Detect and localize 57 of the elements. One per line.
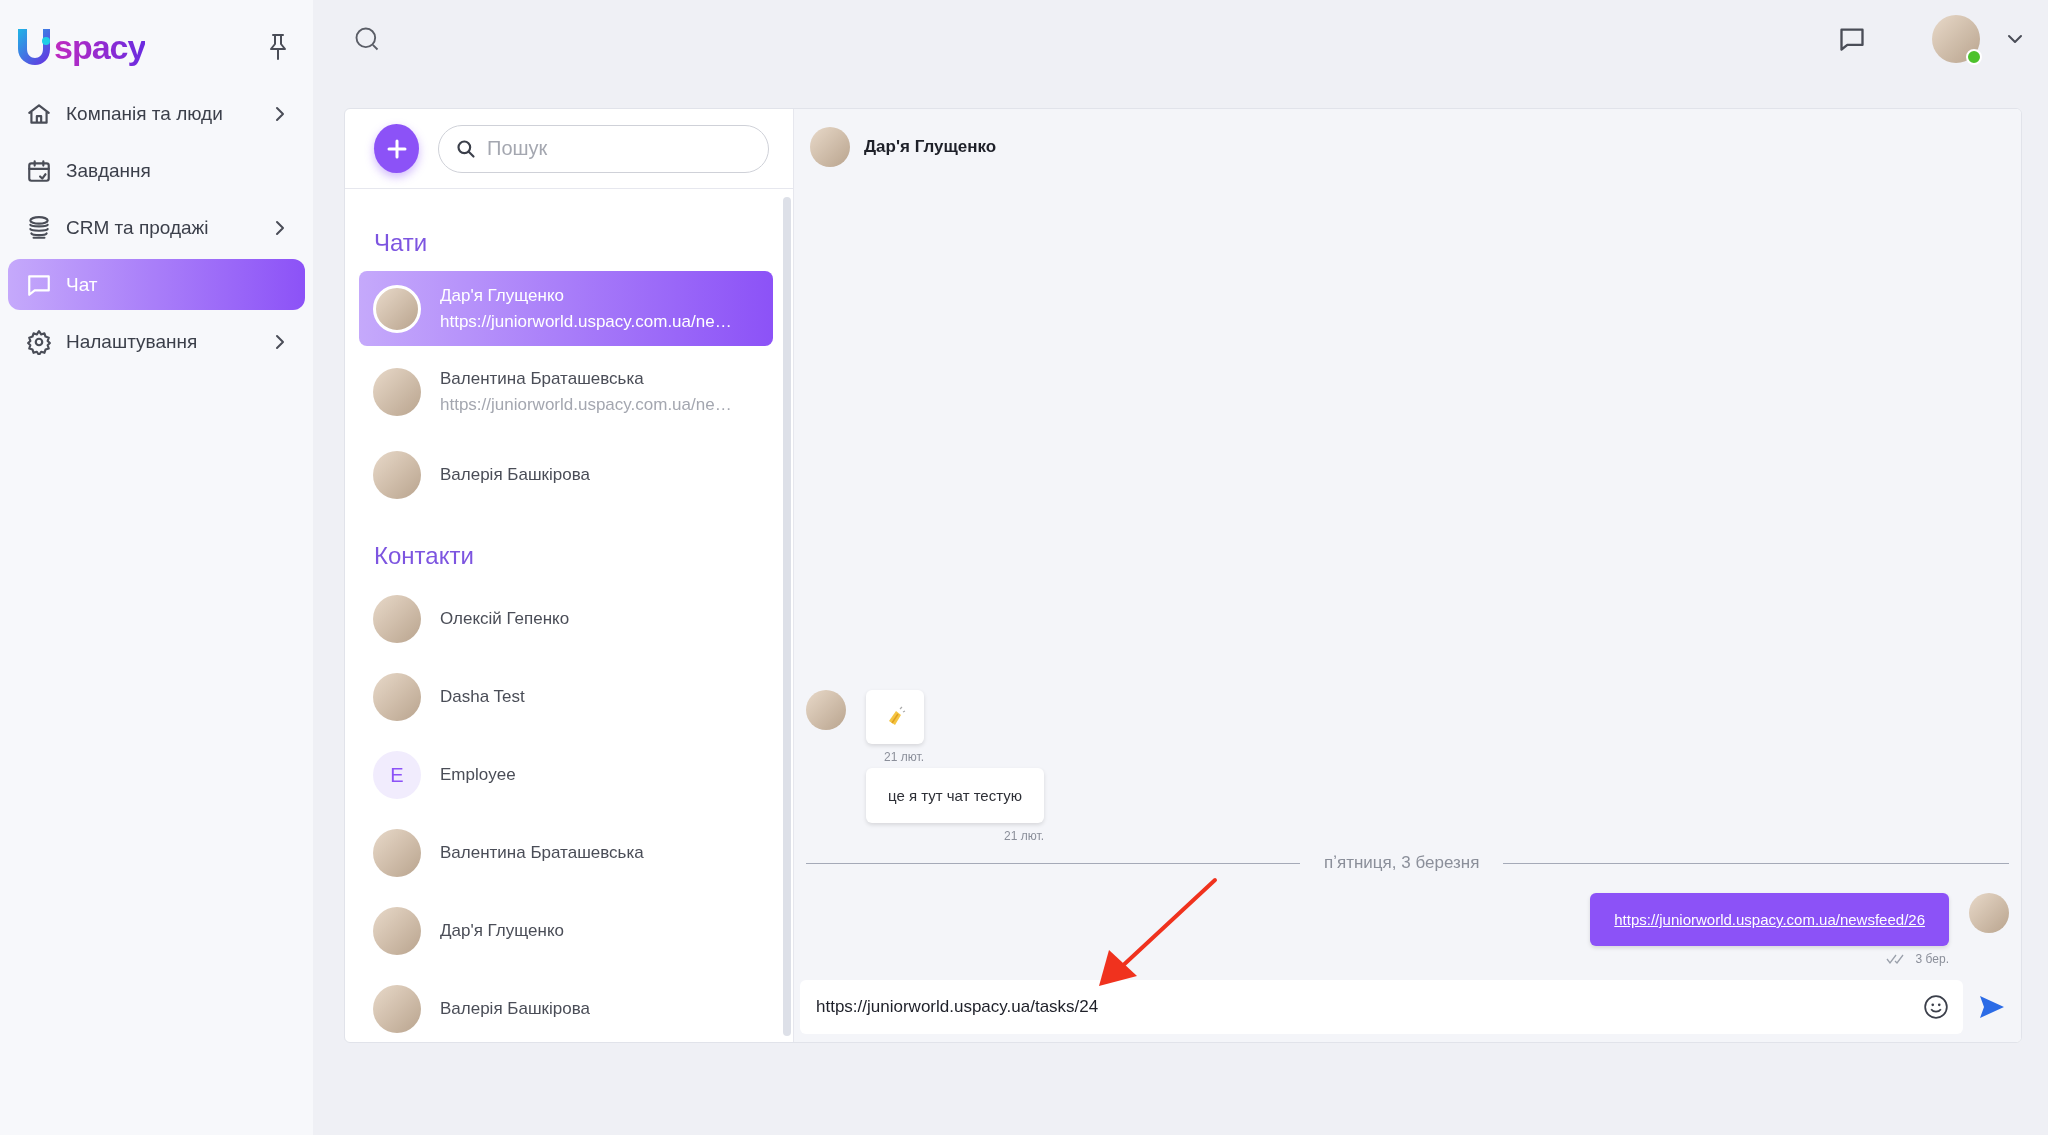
message-link[interactable]: https://juniorworld.uspacy.com.ua/newsfeed/26 — [1614, 911, 1925, 928]
contact-item[interactable]: Dasha Test — [359, 662, 773, 732]
nav-item[interactable]: Налаштування — [8, 316, 305, 367]
emoji-icon[interactable] — [1923, 994, 1949, 1020]
section-title: Контакти — [373, 541, 475, 571]
message-time: 3 бер. — [1915, 952, 1949, 966]
search-field[interactable]: Пошук — [438, 124, 769, 173]
avatar-photo — [373, 985, 421, 1033]
avatar-photo — [373, 367, 421, 416]
contact-name: Валерія Башкірова — [440, 999, 590, 1019]
calendar-icon — [26, 157, 52, 184]
send-icon — [1979, 995, 2005, 1019]
nav-item[interactable]: CRM та продажі — [8, 202, 305, 253]
pin-icon[interactable] — [267, 33, 289, 61]
contact-name: Валентина Браташевська — [440, 368, 645, 389]
contact-name: Валерія Башкірова — [440, 464, 590, 485]
contact-name: Дар'я Глущенко — [440, 921, 564, 941]
nav-item[interactable]: Завдання — [8, 145, 305, 196]
avatar-photo — [373, 284, 421, 333]
message-time: 21 лют. — [884, 750, 924, 764]
avatar-photo — [373, 829, 421, 877]
contact-name: Dasha Test — [440, 687, 525, 707]
avatar-photo — [373, 673, 421, 721]
logo-icon — [16, 27, 52, 67]
settings-icon — [26, 328, 52, 355]
contact-item[interactable]: Дар'я Глущенко — [359, 896, 773, 966]
nav-item[interactable]: Компанія та люди — [8, 88, 305, 139]
avatar-photo — [373, 907, 421, 955]
avatar-photo — [373, 595, 421, 643]
search-icon — [456, 138, 476, 159]
contact-item[interactable]: Валерія Башкірова — [359, 974, 773, 1042]
add-button[interactable] — [374, 124, 419, 173]
message-preview: https://juniorworld.uspacy.com.ua/ne… — [440, 311, 732, 332]
chat-item[interactable]: Валерія Башкірова — [359, 437, 773, 512]
send-button[interactable] — [1979, 995, 2005, 1019]
contact-name: Employee — [440, 765, 516, 785]
search-icon[interactable] — [353, 25, 381, 53]
contact-item[interactable]: Олексій Гепенко — [359, 584, 773, 654]
contact-name: Валентина Браташевська — [440, 843, 644, 863]
chat-title: Дар'я Глущенко — [864, 137, 997, 157]
plus-icon — [385, 137, 408, 160]
avatar-photo — [810, 127, 850, 167]
avatar-initial: E — [373, 751, 421, 799]
stack-icon — [26, 214, 52, 241]
contact-item[interactable]: Валентина Браташевська — [359, 818, 773, 888]
date-divider: пʼятниця, 3 березня — [1324, 853, 1480, 873]
avatar-photo — [373, 450, 421, 499]
contact-name: Дар'я Глущенко — [440, 285, 565, 306]
message-input[interactable]: https://juniorworld.uspacy.ua/tasks/24 — [800, 980, 1963, 1034]
message-bubble: це я тут чат тестую — [866, 768, 1044, 823]
section-title: Чати — [373, 228, 429, 258]
chevron-down-icon[interactable] — [2006, 33, 2024, 45]
message-preview: https://juniorworld.uspacy.com.ua/ne… — [440, 394, 732, 415]
contact-item[interactable]: E Employee — [359, 740, 773, 810]
chat-item[interactable]: Валентина Браташевська https://juniorworld.uspacy.com.ua/ne… — [359, 354, 773, 429]
contact-name: Олексій Гепенко — [440, 609, 570, 629]
message-time: 21 лют. — [1004, 829, 1044, 843]
